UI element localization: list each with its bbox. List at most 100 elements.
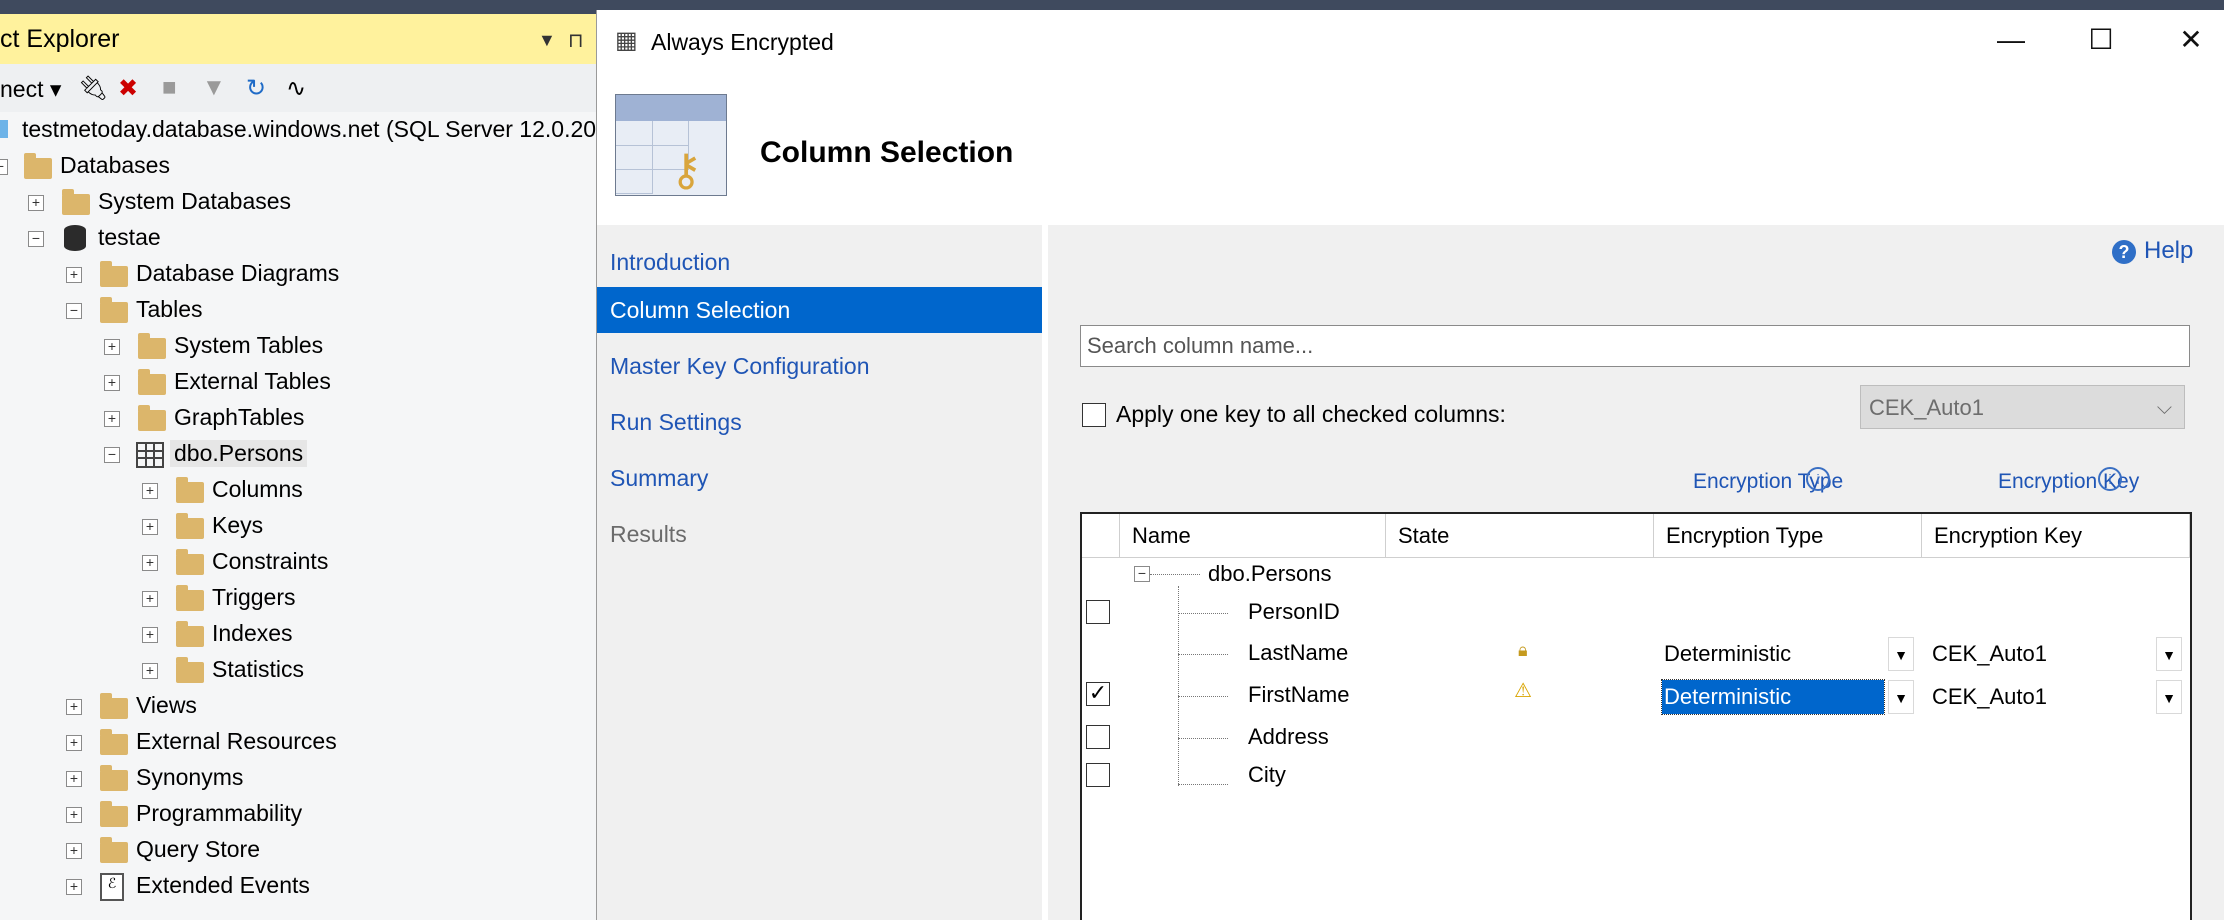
collapse-icon[interactable]: − [0,159,8,175]
chevron-down-icon[interactable]: ▼ [1888,680,1914,714]
expand-icon[interactable]: + [66,879,82,895]
refresh-icon[interactable]: ↻ [246,74,266,103]
column-selection-content: ? Help Apply one key to all checked colum… [1042,225,2224,920]
expand-icon[interactable]: + [142,627,158,643]
nav-label: Results [610,521,687,547]
expand-icon[interactable]: + [142,663,158,679]
row-checkbox[interactable] [1086,600,1110,624]
table-icon [136,442,164,468]
columns-grid: Name State Encryption Type Encryption Ke… [1080,512,2192,920]
chevron-down-icon[interactable]: ▼ [2156,680,2182,714]
close-icon[interactable]: ✕ [2161,20,2221,60]
nav-results: Results [597,511,1042,557]
tree-node-label: Programmability [136,800,303,826]
collapse-icon[interactable]: − [66,303,82,319]
search-column-input[interactable] [1080,325,2190,367]
tree-node-label: Columns [212,476,303,502]
tree-line [1178,738,1228,739]
row-name: PersonID [1248,599,1340,624]
info-icon[interactable]: i [2098,467,2122,491]
expand-icon[interactable]: + [66,735,82,751]
expand-icon[interactable]: + [66,699,82,715]
row-name: FirstName [1248,682,1350,707]
dropdown-arrow-icon[interactable]: ▼ [538,30,556,51]
activity-monitor-icon[interactable]: ∿ [286,74,306,103]
expand-icon[interactable]: + [66,807,82,823]
maximize-icon[interactable]: ☐ [2071,20,2131,60]
grid-header-name[interactable]: Name [1120,514,1386,558]
expand-icon[interactable]: + [66,771,82,787]
tree-node-label: Query Store [136,836,260,862]
apply-one-key-label: Apply one key to all checked columns: [1116,401,1506,427]
object-explorer-title: ct Explorer [0,25,120,53]
nav-run-settings[interactable]: Run Settings [597,399,1042,445]
collapse-icon[interactable]: − [1134,566,1150,582]
tree-node-label: Synonyms [136,764,244,790]
row-name: Address [1248,724,1329,749]
expand-icon[interactable]: + [142,483,158,499]
nav-summary[interactable]: Summary [597,455,1042,501]
grid-header-encryption-key[interactable]: Encryption Key [1922,514,2190,558]
nav-label: Run Settings [610,409,742,435]
encryption-key-cell[interactable]: CEK_Auto1 [1930,680,2132,714]
row-checkbox[interactable] [1086,725,1110,749]
tree-node-label: Views [136,692,197,718]
tree-line [1178,613,1228,614]
chevron-down-icon[interactable]: ▼ [1888,637,1914,671]
grid-header-state[interactable]: State [1386,514,1654,558]
collapse-icon[interactable]: − [28,231,44,247]
connect-plug-icon[interactable]: 🔌︎ [78,74,108,103]
expand-icon[interactable]: + [142,591,158,607]
chevron-down-icon[interactable]: ▼ [2156,637,2182,671]
tree-node-label: Constraints [212,548,329,574]
expand-icon[interactable]: + [142,519,158,535]
nav-label: Master Key Configuration [610,353,870,379]
nav-introduction[interactable]: Introduction [597,239,1042,285]
grid-header-encryption-type[interactable]: Encryption Type [1654,514,1922,558]
database-icon [64,225,86,251]
folder-icon [62,189,90,215]
expand-icon[interactable]: + [66,267,82,283]
nav-column-selection[interactable]: Column Selection [597,287,1042,333]
minimize-icon[interactable]: — [1981,20,2041,60]
row-checkbox[interactable]: ✓ [1086,682,1110,706]
encryption-key-cell[interactable]: CEK_Auto1 [1930,637,2132,671]
page-title: Column Selection [760,136,1014,169]
folder-icon [176,549,204,575]
encryption-type-cell[interactable]: Deterministic [1661,679,1885,715]
folder-icon [24,153,52,179]
nav-master-key-configuration[interactable]: Master Key Configuration [597,343,1042,389]
object-explorer-title-bar: ct Explorer ▼ ⊓ [0,14,596,64]
tree-line [1178,586,1179,786]
collapse-icon[interactable]: − [104,447,120,463]
expand-icon[interactable]: + [104,375,120,391]
connect-button[interactable]: nect ▾ [0,76,61,103]
expand-icon[interactable]: + [104,339,120,355]
tree-node-label: Statistics [212,656,305,682]
encryption-type-cell[interactable]: Deterministic [1662,637,1884,671]
row-name: LastName [1248,640,1349,665]
expand-icon[interactable]: + [104,411,120,427]
folder-icon [100,837,128,863]
grid-header-checkbox-column [1082,514,1120,558]
folder-icon [138,333,166,359]
expand-icon[interactable]: + [66,843,82,859]
expand-icon[interactable]: + [142,555,158,571]
tree-node-label: dbo.Persons [170,440,308,467]
info-icon[interactable]: i [1806,467,1830,491]
row-name: City [1248,762,1286,787]
folder-icon [176,621,204,647]
tree-node-label: External Resources [136,728,337,754]
expand-icon[interactable]: + [28,195,44,211]
row-checkbox[interactable] [1086,763,1110,787]
tree-node-label: testae [98,224,161,250]
column-encryption-key-icon: ⚷ [615,94,727,196]
pin-icon[interactable]: ⊓ [568,28,584,53]
help-link[interactable]: ? Help [2112,237,2193,265]
nav-label: Summary [610,465,709,491]
stop-icon[interactable]: ■ [162,74,177,102]
filter-icon[interactable]: ▼ [202,74,226,102]
apply-one-key-checkbox[interactable] [1082,403,1106,427]
disconnect-icon[interactable]: ✖ [118,74,138,103]
folder-icon [100,297,128,323]
